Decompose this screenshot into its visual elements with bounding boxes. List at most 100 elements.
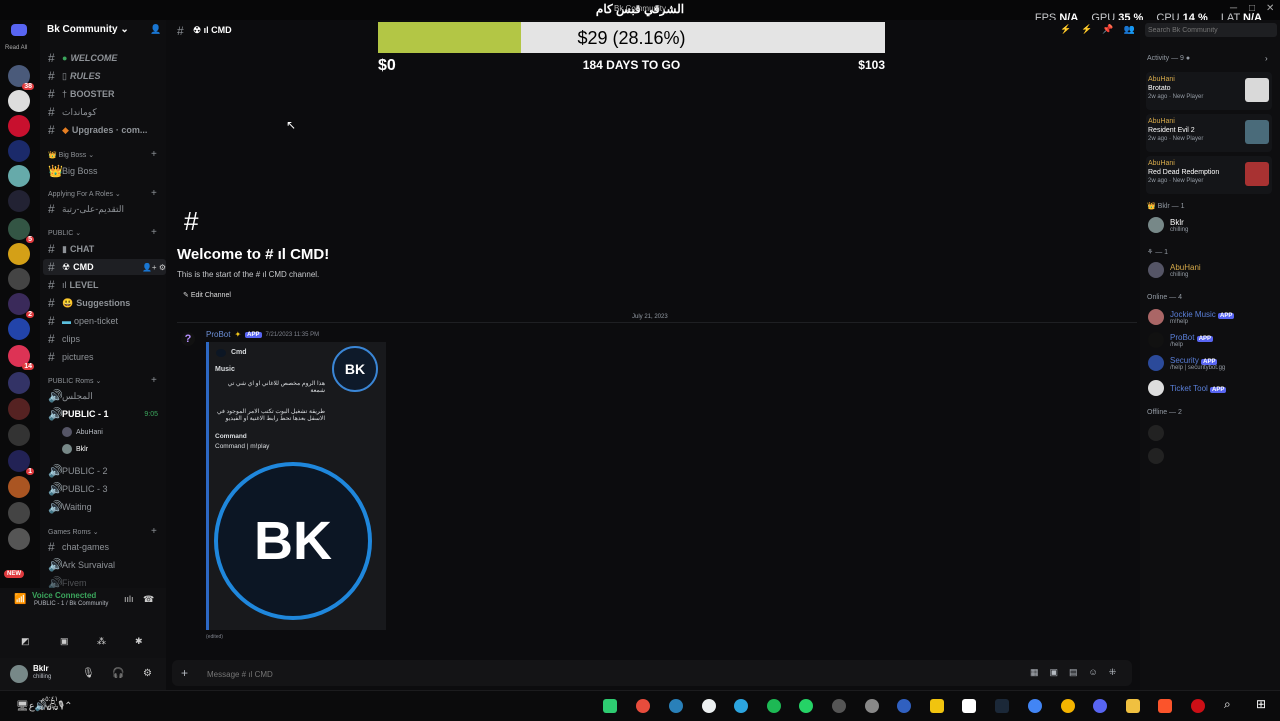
category-public[interactable]: PUBLIC ⌄ xyxy=(48,229,81,237)
avatar[interactable]: ? xyxy=(181,332,195,346)
spotify-icon[interactable] xyxy=(767,699,781,713)
file-icon[interactable] xyxy=(962,699,976,713)
add-channel-icon[interactable]: + xyxy=(151,188,157,199)
avatar[interactable] xyxy=(1148,425,1164,441)
discord-icon[interactable] xyxy=(1093,699,1107,713)
activity-card[interactable]: AbuHani Resident Evil 2 2w ago · New Pla… xyxy=(1146,114,1272,152)
channel-upgrades[interactable]: # ◆ Upgrades · com... xyxy=(48,122,164,138)
member-item[interactable]: Security APP/help | securitybot.gg xyxy=(1148,355,1225,371)
server-icon[interactable] xyxy=(8,268,30,290)
maximize-icon[interactable]: □ xyxy=(1249,3,1255,14)
settings-icon[interactable]: 👤+ ⚙ xyxy=(142,263,166,272)
chevron-right-icon[interactable]: › xyxy=(1265,54,1268,63)
channel-rules[interactable]: # ▯ RULES xyxy=(48,68,164,84)
category-roles[interactable]: Applying For A Roles ⌄ xyxy=(48,190,121,198)
server-icon[interactable] xyxy=(8,318,30,340)
search-input[interactable] xyxy=(1145,23,1277,37)
server-icon[interactable]: 1 xyxy=(8,450,34,475)
channel-open-ticket[interactable]: # ▬ open-ticket xyxy=(48,313,164,329)
brave-icon[interactable] xyxy=(1158,699,1172,713)
voice-channel-public-3[interactable]: 🔊 PUBLIC - 3 xyxy=(48,481,164,497)
channel-apply[interactable]: # التقديم-على-رتبة xyxy=(48,201,164,217)
add-friend-icon[interactable]: 👤 xyxy=(150,24,161,35)
voice-channel-waiting[interactable]: 🔊 Waiting xyxy=(48,499,164,515)
server-icon[interactable] xyxy=(8,502,30,524)
server-icon[interactable]: 2 xyxy=(8,293,34,318)
server-icon[interactable] xyxy=(8,140,30,162)
camera-icon[interactable]: ◩ xyxy=(21,636,30,647)
server-icon[interactable] xyxy=(8,372,30,394)
search-icon[interactable]: ⌕ xyxy=(1224,697,1231,712)
server-icon[interactable] xyxy=(8,190,30,212)
whatsapp-icon[interactable] xyxy=(799,699,813,713)
channel-chat[interactable]: # ▮ CHAT xyxy=(48,241,164,257)
folder-icon[interactable] xyxy=(1126,699,1140,713)
edit-channel-button[interactable]: ✎ Edit Channel xyxy=(183,291,231,299)
username[interactable]: Bklr xyxy=(33,664,49,673)
server-name[interactable]: Bk Community ⌄ xyxy=(47,24,129,35)
channel-commands[interactable]: # كوماندات xyxy=(48,104,164,120)
server-icon[interactable] xyxy=(8,398,30,420)
voice-status[interactable]: Voice Connected xyxy=(32,591,96,600)
channel-clips[interactable]: # clips xyxy=(48,331,164,347)
server-icon[interactable]: 5 xyxy=(8,218,34,243)
app-icon[interactable] xyxy=(636,699,650,713)
composer-toolbar[interactable]: ▦▣▤☺⁜ xyxy=(1030,667,1127,678)
rockstar-icon[interactable] xyxy=(930,699,944,713)
voice-channel-name[interactable]: PUBLIC - 1 / Bk Community xyxy=(34,601,108,607)
headphones-icon[interactable]: 🎧 xyxy=(112,668,124,679)
member-item[interactable]: Jockie Music APP m!help xyxy=(1148,309,1235,325)
category-public-rooms[interactable]: PUBLIC Roms ⌄ xyxy=(48,377,101,385)
channel-chat-games[interactable]: # chat-games xyxy=(48,539,164,555)
app-icon[interactable] xyxy=(1061,699,1075,713)
noise-icon[interactable]: ıılı xyxy=(124,594,134,604)
app-icon[interactable] xyxy=(897,699,911,713)
avatar[interactable] xyxy=(1148,448,1164,464)
microphone-icon[interactable]: 🎙 xyxy=(82,668,95,679)
voice-user[interactable]: AbuHani xyxy=(62,427,103,437)
member-item[interactable]: Bklr chilling xyxy=(1148,217,1188,233)
activities-icon[interactable]: ⁂ xyxy=(97,636,106,647)
app-icon[interactable] xyxy=(669,699,683,713)
member-item[interactable]: ProBot APP/help xyxy=(1148,332,1214,348)
voice-user[interactable]: Bklr xyxy=(62,444,88,454)
disconnect-icon[interactable]: ☎ xyxy=(143,594,154,605)
channel-level[interactable]: # ıl LEVEL xyxy=(48,277,164,293)
embed-thumbnail[interactable]: BK xyxy=(332,346,378,392)
close-icon[interactable]: ✕ xyxy=(1266,3,1274,14)
app-icon[interactable] xyxy=(832,699,846,713)
steam-icon[interactable] xyxy=(995,699,1009,713)
server-icon[interactable]: 38 xyxy=(8,65,34,90)
app-icon[interactable] xyxy=(702,699,716,713)
server-icon[interactable] xyxy=(8,165,30,187)
opera-icon[interactable] xyxy=(1191,699,1205,713)
add-attachment-icon[interactable]: + xyxy=(181,666,188,680)
channel-welcome[interactable]: # ● WELCOME xyxy=(48,50,164,66)
read-all-button[interactable]: Read All xyxy=(5,45,27,51)
minimize-icon[interactable]: ─ xyxy=(1230,3,1237,14)
message-author[interactable]: ProBot xyxy=(206,330,230,339)
server-icon[interactable] xyxy=(8,476,30,498)
voice-channel-ark[interactable]: 🔊 Ark Survaival xyxy=(48,557,164,573)
channel-big-boss[interactable]: 👑 Big Boss xyxy=(48,163,164,179)
voice-channel-majlis[interactable]: 🔊 المجلس xyxy=(48,388,164,404)
server-icon[interactable]: 14 xyxy=(8,345,34,370)
soundboard-icon[interactable]: ✱ xyxy=(135,636,143,647)
add-channel-icon[interactable]: + xyxy=(151,227,157,238)
chrome-icon[interactable] xyxy=(1028,699,1042,713)
app-icon[interactable] xyxy=(603,699,617,713)
add-channel-icon[interactable]: + xyxy=(151,149,157,160)
server-icon[interactable] xyxy=(8,424,30,446)
voice-channel-public-1[interactable]: 🔊 PUBLIC - 1 9:05 xyxy=(48,406,164,422)
category-games[interactable]: Games Roms ⌄ xyxy=(48,528,99,536)
voice-channel-public-2[interactable]: 🔊 PUBLIC - 2 xyxy=(48,463,164,479)
app-icon[interactable] xyxy=(865,699,879,713)
channel-cmd[interactable]: # ☢ CMD 👤+ ⚙ xyxy=(43,259,166,275)
embed-image-logo[interactable]: BK xyxy=(214,462,372,620)
server-icon[interactable] xyxy=(8,115,30,137)
activity-card[interactable]: AbuHani Red Dead Redemption 2w ago · New… xyxy=(1146,156,1272,194)
screen-share-icon[interactable]: ▣ xyxy=(60,636,69,647)
add-channel-icon[interactable]: + xyxy=(151,375,157,386)
discord-home-icon[interactable] xyxy=(11,24,27,36)
channel-booster[interactable]: # † BOOSTER xyxy=(48,86,164,102)
